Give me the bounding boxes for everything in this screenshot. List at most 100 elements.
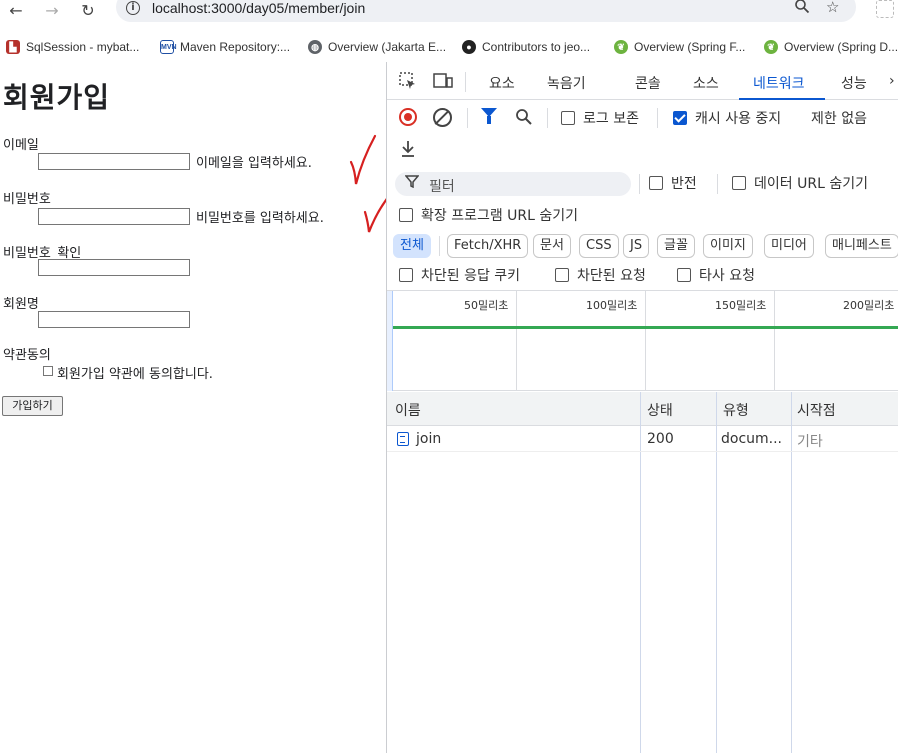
zoom-icon[interactable] [794,0,810,18]
preserve-log-label: 로그 보존 [583,111,639,127]
name-input[interactable] [38,311,190,328]
request-type: docum... [721,431,783,447]
disable-cache-label: 캐시 사용 중지 [695,111,782,127]
filter-funnel-icon[interactable] [481,108,497,124]
devtools-tab-bar: 요소 녹음기 콘솔 소스 네트워크 성능 › [387,62,898,100]
blocked-requests-label: 차단된 요청 [577,268,646,284]
invert-label: 반전 [671,176,697,192]
reload-icon[interactable]: ↻ [78,0,98,20]
tab-performance[interactable]: 성능 [841,73,867,93]
tab-console[interactable]: 콘솔 [635,73,661,93]
timeline-tick-label: 200밀리초 [843,299,895,312]
hide-data-urls-checkbox[interactable] [732,176,746,190]
invert-checkbox[interactable] [649,176,663,190]
mybatis-icon: ▙ [6,40,20,54]
toolbar-divider [657,108,658,128]
throttling-select[interactable]: 제한 없음 [811,108,867,128]
bookmark-label: Overview (Spring D... [784,40,898,54]
terms-label: 약관동의 [3,348,51,363]
spring-icon: ❦ [764,40,778,54]
blocked-requests-checkbox[interactable] [555,268,569,282]
search-icon[interactable] [515,108,532,129]
type-filter-font[interactable]: 글꼴 [657,234,695,258]
third-party-checkbox[interactable] [677,268,691,282]
toolbar-divider [717,174,718,194]
record-stop-icon[interactable] [399,108,417,126]
inspect-element-icon[interactable] [399,72,417,95]
clear-log-icon[interactable] [433,108,452,127]
filter-funnel-icon [404,174,420,192]
timeline-tick-label: 150밀리초 [715,299,767,312]
timeline-gridline [516,291,517,391]
password-label: 비밀번호 [3,192,51,207]
terms-checkbox[interactable] [43,366,53,376]
timeline-gridline [774,291,775,391]
tab-network[interactable]: 네트워크 [753,73,805,93]
table-row[interactable]: join 200 docum... 기타 [387,426,898,452]
timeline-selection-handle[interactable] [387,291,393,391]
bookmark-item[interactable]: ● Contributors to jeo... [462,38,590,56]
download-import-icon[interactable] [400,140,416,163]
name-label: 회원명 [3,297,39,312]
column-header-status[interactable]: 상태 [647,400,673,420]
toolbar-divider [467,108,468,128]
url-text[interactable]: localhost:3000/day05/member/join [152,0,365,16]
back-arrow-icon[interactable]: ← [6,0,26,20]
type-filter-manifest[interactable]: 매니페스트 [825,234,898,258]
column-header-initiator[interactable]: 시작점 [797,400,836,420]
join-submit-button[interactable]: 가입하기 [2,396,63,416]
bookmark-item[interactable]: ◍ Overview (Jakarta E... [308,38,446,56]
bookmark-label: Overview (Spring F... [634,40,746,54]
bookmark-label: Overview (Jakarta E... [328,40,447,54]
type-filter-js[interactable]: JS [623,234,650,258]
blocked-cookies-label: 차단된 응답 쿠키 [421,268,521,284]
device-toolbar-icon[interactable] [433,72,453,95]
bookmark-item[interactable]: ▙ SqlSession - mybat... [6,38,139,56]
terms-checkbox-label: 회원가입 약관에 동의합니다. [57,367,213,382]
email-input[interactable] [38,153,190,170]
globe-icon: ◍ [308,40,322,54]
column-header-type[interactable]: 유형 [723,400,749,420]
filter-input[interactable]: 필터 [395,172,631,196]
toolbar-divider [439,236,440,256]
blocked-cookies-checkbox[interactable] [399,268,413,282]
bookmark-star-icon[interactable]: ☆ [826,0,839,16]
maven-icon: MVN [160,40,177,54]
type-filter-img[interactable]: 이미지 [703,234,753,258]
timeline-tick-label: 100밀리초 [586,299,638,312]
bookmark-label: Maven Repository:... [180,40,291,54]
hide-data-urls-label: 데이터 URL 숨기기 [754,176,868,192]
bookmark-item[interactable]: MVN Maven Repository:... [160,38,290,56]
request-status: 200 [647,431,674,447]
site-info-icon[interactable]: i [126,1,140,15]
toolbar-divider [465,72,466,92]
preserve-log-checkbox[interactable] [561,111,575,125]
hide-extension-urls-checkbox[interactable] [399,208,413,222]
timeline-gridline [645,291,646,391]
column-header-name[interactable]: 이름 [395,400,421,420]
more-tabs-chevron-icon[interactable]: › [889,73,895,89]
type-filter-media[interactable]: 미디어 [764,234,814,258]
bookmark-item[interactable]: ❦ Overview (Spring F... [614,38,745,56]
email-label: 이메일 [3,138,39,153]
network-timeline-overview[interactable]: 50밀리초 100밀리초 150밀리초 200밀리초 [387,290,898,391]
disable-cache-checkbox[interactable] [673,111,687,125]
tab-recorder[interactable]: 녹음기 [547,73,586,93]
type-filter-fetch-xhr[interactable]: Fetch/XHR [447,234,529,258]
tab-sources[interactable]: 소스 [693,73,719,93]
password-input[interactable] [38,208,190,225]
type-filter-doc[interactable]: 문서 [533,234,571,258]
bookmark-item[interactable]: ❦ Overview (Spring D... [764,38,898,56]
tab-elements[interactable]: 요소 [489,73,515,93]
bookmark-label: Contributors to jeo... [482,40,591,54]
toolbar-divider [639,174,640,194]
omnibox[interactable]: i localhost:3000/day05/member/join ☆ [116,0,856,22]
page-content: 회원가입 이메일 이메일을 입력하세요. 비밀번호 비밀번호를 입력하세요. 비… [0,62,410,753]
network-toolbar: 로그 보존 캐시 사용 중지 제한 없음 [387,100,898,170]
password-confirm-input[interactable] [38,259,190,276]
request-name[interactable]: join [416,431,441,447]
forward-arrow-icon[interactable]: → [42,0,62,20]
type-filter-all[interactable]: 전체 [393,234,431,258]
extension-icon[interactable] [876,0,894,18]
type-filter-css[interactable]: CSS [579,234,619,258]
